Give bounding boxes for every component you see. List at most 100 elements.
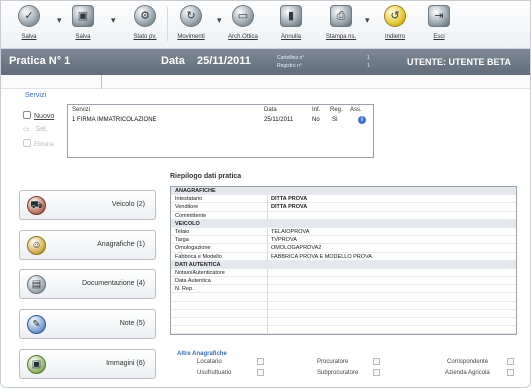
back-button[interactable]: ↺ Indietro [375, 5, 415, 40]
date-label: Data [161, 55, 185, 67]
notes-icon: ✎ [27, 315, 46, 334]
notes-button[interactable]: ✎ Note (5) [19, 309, 156, 339]
select-icon: ▭ [23, 126, 30, 133]
exit-button[interactable]: ⇥ Esci [419, 5, 459, 40]
corrispondente-checkbox[interactable] [507, 358, 514, 365]
summary-row: Intestatario DITTA PROVA [171, 195, 516, 204]
summary-key: Notaio/Autenticatore [175, 269, 225, 276]
cancel-button[interactable]: ▮ Annulla [271, 5, 311, 40]
summary-section-header: DATI AUTENTICA [171, 260, 516, 269]
images-icon: ▣ [27, 355, 46, 374]
summary-key: Committente [175, 212, 207, 219]
summary-row: Data Autentica [171, 277, 516, 286]
registry-button[interactable]: ☺ Anagrafiche (1) [19, 230, 156, 260]
summary-row: Venditore DITTA PROVA [171, 203, 516, 212]
summary-key: Omologazione [175, 245, 211, 252]
summary-row [171, 293, 516, 302]
summary-row: Telaio TELAIOPROVA [171, 227, 516, 237]
select-service-button[interactable]: ▭ Sel. [23, 125, 48, 133]
back-icon: ↺ [384, 5, 406, 27]
archive-button[interactable]: ▭ Arch.Ottica [223, 5, 263, 40]
summary-key: Data Autentica [175, 278, 211, 285]
person-icon: ☺ [27, 236, 46, 255]
save-as-icon: ▣ [72, 5, 94, 27]
registro-label: Registro n° [277, 63, 302, 69]
locatario-checkbox[interactable] [257, 358, 264, 365]
movements-icon: ↻ [180, 5, 202, 27]
summary-table: ANAGRAFICHE Intestatario DITTA PROVA Vendit… [170, 186, 517, 336]
status-button[interactable]: ⚙ Stato pv. [125, 5, 165, 40]
summary-value: TELAIOPROVA [271, 228, 310, 235]
images-button[interactable]: ▣ Immagini (6) [19, 349, 156, 379]
print-icon: ⎙ [330, 5, 352, 27]
summary-key: DATI AUTENTICA [175, 261, 221, 268]
chevron-down-icon[interactable]: ▾ [365, 15, 370, 26]
save-as-button[interactable]: ▣ Salva [63, 5, 103, 40]
summary-row: Notaio/Autenticatore [171, 268, 516, 278]
delete-service-button[interactable]: Elimina [23, 139, 54, 148]
chevron-down-icon[interactable]: ▾ [111, 15, 116, 26]
status-icon: ⚙ [134, 5, 156, 27]
summary-key: Targa [175, 237, 189, 244]
documents-icon: ▤ [27, 275, 46, 294]
summary-key: ANAGRAFICHE [175, 188, 216, 194]
practice-number: Pratica N° 1 [9, 55, 71, 67]
toolbar-divider [167, 7, 168, 41]
summary-row: Targa TVPROVA [171, 236, 516, 245]
summary-row: N. Rep. [171, 285, 516, 294]
usufruttuario-checkbox[interactable] [257, 369, 264, 376]
summary-section-header: VEICOLO [171, 219, 516, 228]
summary-key: Venditore [175, 204, 199, 211]
exit-icon: ⇥ [428, 5, 450, 27]
summary-key: Fabbrica e Modello [175, 253, 222, 260]
summary-row [171, 301, 516, 310]
summary-row: Fabbrica e Modello FABBRICA PROVA E MODEL… [171, 252, 516, 261]
save-icon: ✓ [18, 5, 40, 27]
azienda-agricola-checkbox[interactable] [507, 369, 514, 376]
summary-value: FABBRICA PROVA E MODELLO PROVA [271, 253, 372, 260]
delete-icon [23, 139, 31, 147]
chevron-down-icon[interactable]: ▾ [57, 15, 62, 26]
summary-key: Intestatario [175, 196, 203, 203]
save-button[interactable]: ✓ Salva [9, 5, 49, 40]
summary-row [171, 309, 516, 318]
services-table: Servizi Data Inf. Reg. Ass. 1 FIRMA IMMA… [67, 104, 374, 158]
cartellina-value: 1 [367, 55, 370, 61]
documents-button[interactable]: ▤ Documentazione (4) [19, 269, 156, 299]
summary-row: Committente [171, 211, 516, 220]
summary-value: DITTA PROVA [271, 204, 308, 211]
procuratore-checkbox[interactable] [373, 358, 380, 365]
cartellina-label: Cartellina n° [277, 55, 305, 61]
cancel-icon: ▮ [280, 5, 302, 27]
summary-row: Omologazione OMOLOGAPROVA2 [171, 244, 516, 253]
summary-key: VEICOLO [175, 220, 200, 227]
new-service-button[interactable]: Nuovo [23, 111, 54, 120]
summary-row [171, 318, 516, 327]
tab-strip [1, 75, 530, 89]
user-label: UTENTE: UTENTE BETA [407, 57, 511, 67]
summary-value: DITTA PROVA [271, 196, 308, 203]
summary-row [171, 326, 516, 335]
new-icon [23, 111, 31, 119]
summary-title: Riepilogo dati pratica [170, 173, 242, 180]
registro-value: 1 [367, 63, 370, 69]
chevron-down-icon[interactable]: ▾ [217, 15, 222, 26]
other-registries-title: Altre Anagrafiche [177, 351, 227, 357]
summary-value: OMOLOGAPROVA2 [271, 245, 322, 252]
services-title: Servizi [25, 92, 47, 99]
movements-button[interactable]: ↻ Movimenti [171, 5, 211, 40]
summary-key: Telaio [175, 228, 190, 235]
print-button[interactable]: ⎙ Stampa ris. [321, 5, 361, 40]
practice-header: Pratica N° 1 Data 25/11/2011 Cartellina … [1, 49, 530, 75]
app-window: ✓ Salva ▾ ▣ Salva ▾ ⚙ Stato pv. ↻ Movime… [0, 0, 531, 388]
toolbar: ✓ Salva ▾ ▣ Salva ▾ ⚙ Stato pv. ↻ Movime… [1, 1, 530, 49]
vehicle-button[interactable]: ⛟ Veicolo (2) [19, 190, 156, 220]
archive-icon: ▭ [232, 5, 254, 27]
car-icon: ⛟ [27, 196, 46, 215]
info-icon[interactable]: i [358, 116, 366, 124]
subprocuratore-checkbox[interactable] [373, 369, 380, 376]
summary-value: TVPROVA [271, 237, 297, 244]
date-value: 25/11/2011 [197, 55, 251, 67]
summary-key: N. Rep. [175, 286, 194, 293]
summary-section-header: ANAGRAFICHE [171, 187, 516, 196]
